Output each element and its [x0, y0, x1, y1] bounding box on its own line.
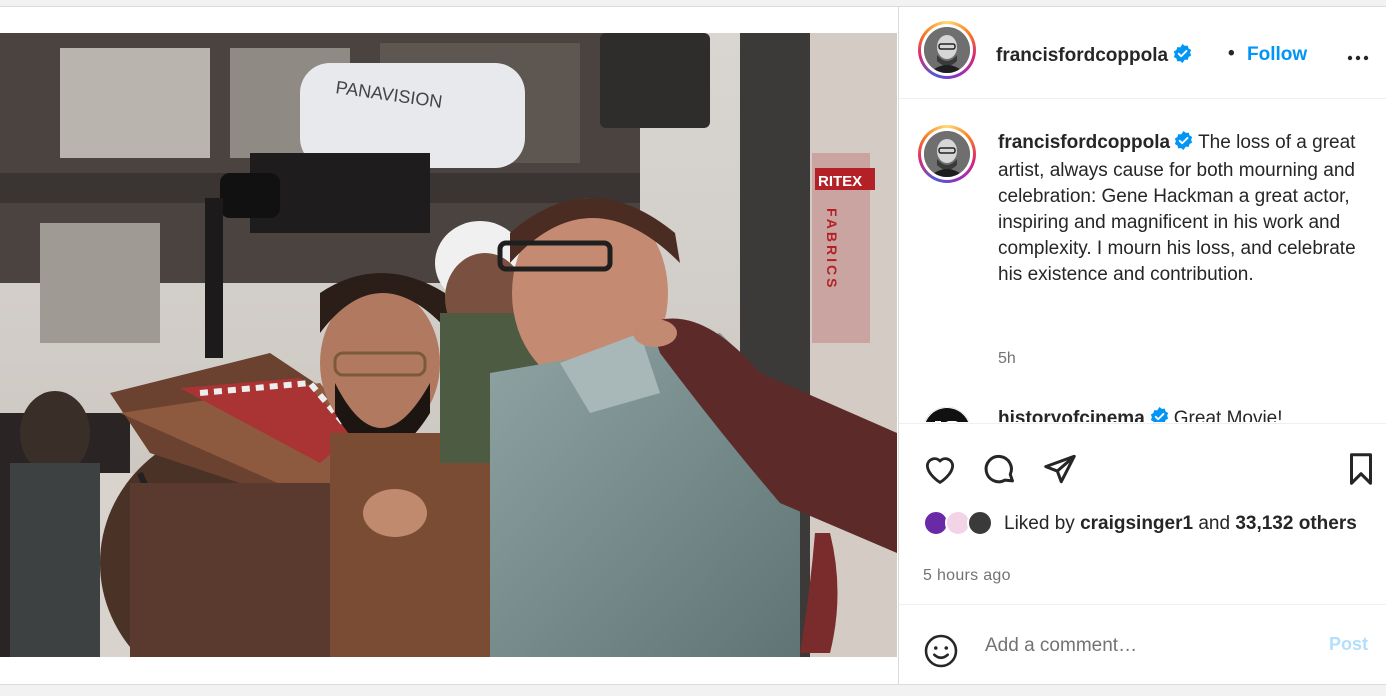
likes-connector: and [1198, 513, 1231, 534]
comment-icon[interactable] [980, 450, 1018, 493]
comment-item: historyofcinema Great Movie! [998, 407, 1283, 422]
film-set-photo: RITEX FABRICS PANAVISION [0, 33, 897, 657]
likes-user[interactable]: craigsinger1 [1080, 513, 1193, 534]
post-sidebar: francisfordcoppola • Follow francisfordc… [898, 7, 1386, 684]
comment-like-heart-icon[interactable] [1359, 419, 1375, 422]
store-sign-vertical: FABRICS [824, 208, 840, 290]
likes-count[interactable]: 33,132 others [1235, 513, 1356, 534]
comment-username[interactable]: historyofcinema [998, 408, 1145, 422]
author-username[interactable]: francisfordcoppola [996, 45, 1168, 66]
comment-input[interactable] [983, 631, 1307, 661]
comments-list[interactable]: francisfordcoppola The loss of a great ar… [899, 99, 1386, 422]
post-header: francisfordcoppola • Follow [899, 7, 1386, 99]
header-separator: • [1228, 43, 1235, 64]
comment-avatar[interactable] [923, 407, 971, 422]
add-comment-bar: Post [899, 604, 1386, 685]
more-horizontal-icon[interactable] [1346, 45, 1370, 74]
emoji-icon[interactable] [923, 633, 959, 674]
author-avatar[interactable] [918, 21, 976, 79]
comment-text: Great Movie! [1173, 408, 1283, 422]
caption-time[interactable]: 5h [998, 350, 1016, 368]
verified-badge-icon [1173, 44, 1192, 68]
bookmark-icon[interactable] [1342, 450, 1380, 493]
avatar-portrait-icon [924, 27, 970, 73]
post-dialog: RITEX FABRICS PANAVISION francisfordcopp… [0, 6, 1386, 685]
caption-avatar[interactable] [918, 125, 976, 183]
post-timestamp[interactable]: 5 hours ago [923, 567, 1011, 585]
verified-badge-icon [1150, 407, 1169, 422]
avatar-portrait-icon [924, 131, 970, 177]
action-bar: Liked by craigsinger1 and 33,132 others … [899, 423, 1386, 609]
likes-summary: Liked by craigsinger1 and 33,132 others [1004, 511, 1364, 537]
post-photo[interactable]: RITEX FABRICS PANAVISION [0, 33, 897, 657]
caption: francisfordcoppola The loss of a great ar… [998, 130, 1358, 288]
send-icon[interactable] [1041, 450, 1079, 493]
heart-icon[interactable] [921, 450, 959, 493]
store-sign-top: RITEX [818, 173, 862, 190]
follow-button[interactable]: Follow [1247, 44, 1307, 66]
caption-username[interactable]: francisfordcoppola [998, 132, 1170, 153]
liker-avatar [967, 510, 993, 536]
likes-prefix: Liked by [1004, 513, 1075, 534]
verified-badge-icon [1174, 131, 1193, 158]
post-comment-button[interactable]: Post [1329, 634, 1368, 655]
history-of-cinema-logo-icon [923, 407, 971, 422]
